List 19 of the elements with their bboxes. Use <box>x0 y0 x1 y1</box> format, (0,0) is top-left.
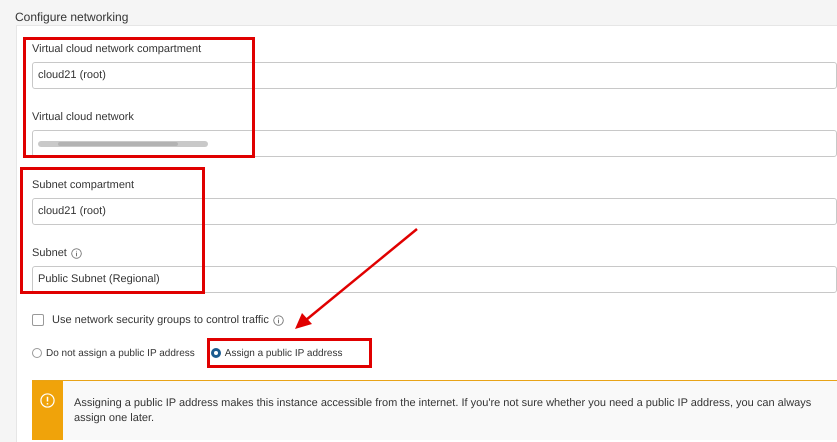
checkbox[interactable] <box>32 314 44 326</box>
field-label: Subnet compartment <box>32 178 134 194</box>
radio-label: Do not assign a public IP address <box>46 346 195 360</box>
select-field[interactable]: cloud21 (root) <box>32 198 837 225</box>
warning-icon <box>40 393 55 408</box>
select-field[interactable] <box>32 130 837 157</box>
info-icon[interactable] <box>70 248 82 259</box>
info-icon[interactable] <box>272 314 284 326</box>
select-field[interactable]: Public Subnet (Regional) <box>32 266 837 293</box>
field-label: Virtual cloud network compartment <box>32 42 202 58</box>
checkbox-label: Use network security groups to control traffic <box>52 312 269 328</box>
warning-text: Assigning a public IP address makes this instance accessible from the internet. If you're not sure whether you need a public IP address, you can always assign one later. <box>73 396 812 426</box>
field-label: Subnet <box>32 246 67 262</box>
select-field[interactable]: cloud21 (root) <box>32 62 837 89</box>
radio-button[interactable] <box>210 348 221 358</box>
radio-button[interactable] <box>32 348 42 358</box>
field-label: Virtual cloud network <box>32 110 134 126</box>
radio-label: Assign a public IP address <box>224 346 342 360</box>
section-title: Configure networking <box>15 10 128 24</box>
